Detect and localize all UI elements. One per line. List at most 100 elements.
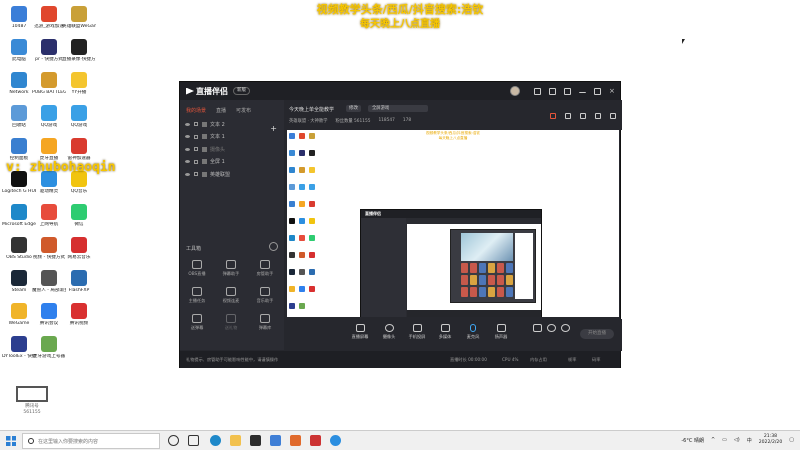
- edit-title-button[interactable]: 修改: [346, 105, 361, 112]
- app-titlebar[interactable]: 直播伴侣 新版 ×: [180, 82, 620, 100]
- tab-live[interactable]: 直播: [216, 107, 226, 114]
- close-icon[interactable]: ×: [609, 87, 616, 95]
- scene-item[interactable]: 摄像头: [180, 143, 284, 156]
- config-button[interactable]: [554, 324, 576, 332]
- app-taskbar-icon-2[interactable]: [310, 435, 321, 446]
- toolbox-item[interactable]: 弹幕库: [250, 314, 280, 338]
- game-select[interactable]: 全屏游戏: [368, 105, 428, 112]
- tool-label: 弹幕库: [258, 325, 272, 330]
- taskbar-search[interactable]: [22, 433, 160, 449]
- toolbox-collapse-icon[interactable]: [269, 242, 278, 251]
- nested-preview: [407, 224, 541, 310]
- toolbox-item[interactable]: 弹幕助手: [216, 260, 246, 284]
- multimedia-button[interactable]: 多媒体: [434, 324, 456, 340]
- network-icon[interactable]: ▭: [722, 437, 727, 443]
- desktop-icon[interactable]: 腾讯视频: [62, 301, 96, 339]
- app-icon: [11, 72, 27, 88]
- windows-taskbar: -6°C 晴朗 ^ ▭ ◁) 中 21:38 2022/2/20 ▢: [0, 430, 800, 450]
- camera-button[interactable]: 摄像头: [378, 324, 400, 340]
- maximize-icon[interactable]: [594, 87, 601, 95]
- desktop-icon-label: WeGame: [8, 321, 30, 326]
- search-icon: [28, 438, 34, 444]
- tab-my-scenes[interactable]: 我的场景: [186, 107, 206, 114]
- toolbox-item[interactable]: 送礼物: [216, 314, 246, 338]
- clock[interactable]: 21:38 2022/2/20: [759, 434, 783, 446]
- scene-item[interactable]: 文本 2: [180, 118, 284, 131]
- skin-icon[interactable]: [549, 87, 556, 95]
- volume-icon[interactable]: ◁): [734, 437, 740, 443]
- cortana-icon[interactable]: [168, 435, 179, 446]
- task-view-icon[interactable]: [188, 435, 199, 446]
- toolbox-item[interactable]: 房管助手: [250, 260, 280, 284]
- tab-publish[interactable]: 可发布: [236, 107, 251, 114]
- lock-icon[interactable]: [194, 159, 198, 164]
- search-input[interactable]: [38, 436, 156, 447]
- toolbox-item[interactable]: 视频连麦: [216, 287, 246, 311]
- file-explorer-icon[interactable]: [230, 435, 241, 446]
- desktop-icon-label: OBS Studio: [6, 255, 32, 260]
- topbar-icons: [550, 113, 616, 119]
- toolbox-item[interactable]: 送弹幕: [182, 314, 212, 338]
- toolbox-item[interactable]: OBS直播: [182, 260, 212, 284]
- menu-icon[interactable]: [564, 87, 571, 95]
- weather-status[interactable]: -6°C 晴朗: [681, 437, 704, 444]
- message-icon[interactable]: [534, 87, 541, 95]
- tool-icon: [260, 260, 270, 269]
- lock-icon[interactable]: [565, 113, 571, 119]
- preview-desktop-icon: [309, 269, 315, 275]
- screen-capture-label: 直播屏幕: [351, 334, 369, 339]
- eye-icon[interactable]: [185, 122, 190, 126]
- toolbox-item[interactable]: 音乐助手: [250, 287, 280, 311]
- version-badge[interactable]: 新版: [233, 87, 250, 95]
- app-taskbar-icon-1[interactable]: [290, 435, 301, 446]
- add-scene-button[interactable]: +: [270, 124, 277, 133]
- tool-icon: [260, 287, 270, 296]
- start-live-button[interactable]: 开始直播: [580, 329, 614, 339]
- edge-taskbar-icon[interactable]: [210, 435, 221, 446]
- input-language[interactable]: 中: [747, 437, 752, 444]
- desktop-icon-label: 微信: [74, 222, 84, 227]
- share-icon[interactable]: [610, 113, 616, 119]
- qr-number: 561155: [23, 410, 41, 415]
- phone-cast-button[interactable]: 手机投屏: [406, 324, 428, 340]
- multimedia-label: 多媒体: [438, 334, 452, 339]
- lock-icon[interactable]: [194, 172, 198, 177]
- scene-item[interactable]: 英雄联盟: [180, 168, 284, 181]
- eye-icon[interactable]: [185, 160, 190, 164]
- app-taskbar-icon-3[interactable]: [330, 435, 341, 446]
- tool-icon: [192, 260, 202, 269]
- preview-desktop-icon: [299, 303, 305, 309]
- user-avatar[interactable]: [510, 86, 520, 96]
- eye-icon[interactable]: [185, 135, 190, 139]
- desktop-icon[interactable]: DYToolEx - 快捷方式: [2, 334, 36, 372]
- gift-icon[interactable]: [550, 113, 556, 119]
- tool-label: 弹幕助手: [222, 271, 240, 276]
- lock-icon[interactable]: [194, 134, 198, 139]
- bell-icon[interactable]: [595, 113, 601, 119]
- microphone-button[interactable]: 麦克风: [462, 324, 484, 340]
- stat-viewers: 178: [402, 118, 412, 123]
- tray-chevron-icon[interactable]: ^: [711, 437, 715, 443]
- mail-taskbar-icon[interactable]: [270, 435, 281, 446]
- eye-icon[interactable]: [185, 172, 190, 176]
- screen-capture-button[interactable]: 直播屏幕: [349, 324, 371, 340]
- desktop-icon[interactable]: 虎牙游戏上号器: [32, 334, 66, 372]
- desktop-icon-label: 10487: [11, 24, 27, 29]
- scene-item[interactable]: 文本 1: [180, 131, 284, 144]
- notification-icon[interactable]: ▢: [789, 437, 794, 443]
- streaming-app-taskbar-icon[interactable]: [250, 435, 261, 446]
- settings-icon[interactable]: [580, 113, 586, 119]
- toolbox-item[interactable]: 主播任务: [182, 287, 212, 311]
- preview-desktop-icon: [289, 269, 295, 275]
- stream-preview[interactable]: 视频教学头条/西瓜/抖音搜索:浩钦 每天晚上八点直播 直播伴侣: [287, 130, 619, 317]
- lock-icon[interactable]: [194, 147, 198, 152]
- scene-item[interactable]: 全屏 1: [180, 156, 284, 169]
- tool-label: OBS直播: [188, 271, 206, 276]
- eye-icon[interactable]: [185, 147, 190, 151]
- speaker-button[interactable]: 扬声器: [490, 324, 512, 340]
- app-icon: [41, 72, 57, 88]
- live-streaming-app-window[interactable]: 直播伴侣 新版 × 我的场景 直播 可发布 + 文本 2 文本 1 摄像头 全屏 1英…: [179, 81, 622, 368]
- lock-icon[interactable]: [194, 122, 198, 127]
- minimize-icon[interactable]: [579, 89, 586, 93]
- windows-start-icon[interactable]: [6, 436, 16, 446]
